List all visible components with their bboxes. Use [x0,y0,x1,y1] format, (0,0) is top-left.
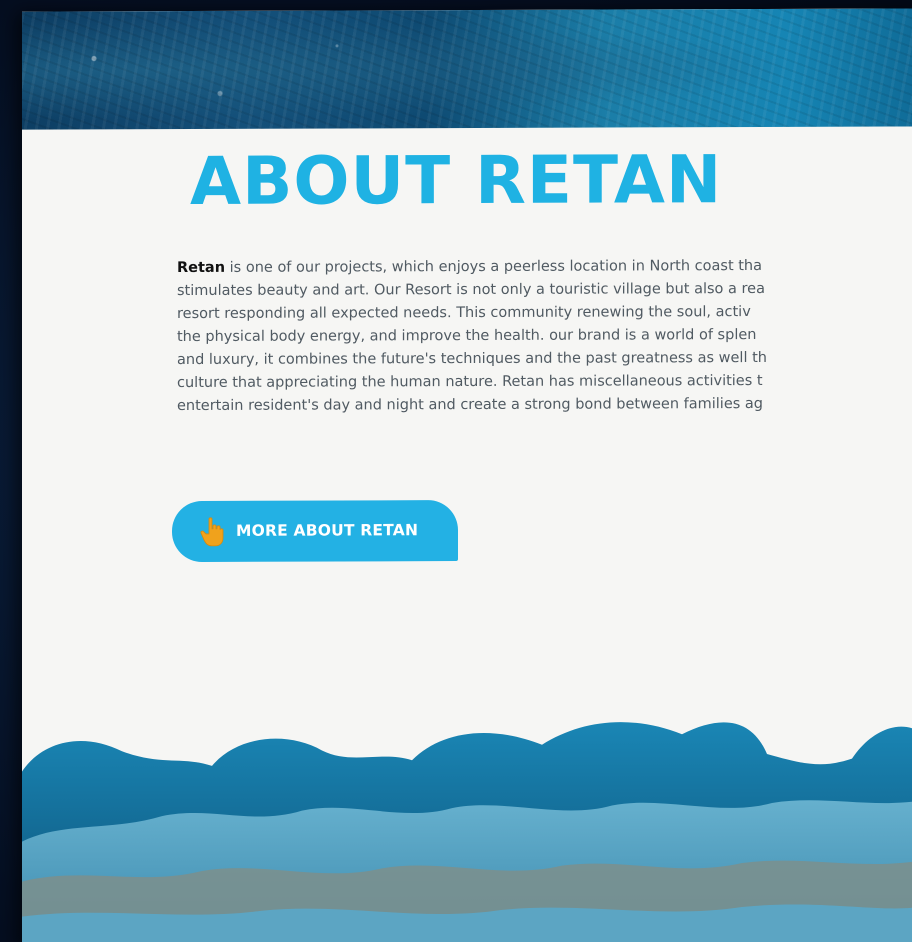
about-page: ABOUT RETAN Retan is one of our projects… [22,8,912,942]
paragraph-line: the physical body energy, and improve th… [177,327,757,346]
more-about-button-label: MORE ABOUT RETAN [236,521,419,540]
hand-pointer-icon [200,517,226,547]
page-title: ABOUT RETAN [190,141,723,220]
paragraph-line: Retan is one of our projects, which enjo… [177,254,912,280]
paragraph-line-text: is one of our projects, which enjoys a p… [225,257,762,276]
paragraph-line: entertain resident's day and night and c… [177,395,763,415]
about-paragraph: Retan is one of our projects, which enjo… [177,254,912,418]
paragraph-line: stimulates beauty and art. Our Resort is… [177,280,765,300]
brand-name: Retan [177,259,226,277]
more-about-button[interactable]: MORE ABOUT RETAN [172,500,458,563]
top-ocean-banner [22,8,912,130]
paragraph-line: resort responding all expected needs. Th… [177,304,751,323]
screen: ABOUT RETAN Retan is one of our projects… [0,0,912,942]
bottom-ocean-illustration [22,722,912,942]
paragraph-line: culture that appreciating the human natu… [177,372,763,392]
paragraph-line: and luxury, it combines the future's tec… [177,349,767,369]
